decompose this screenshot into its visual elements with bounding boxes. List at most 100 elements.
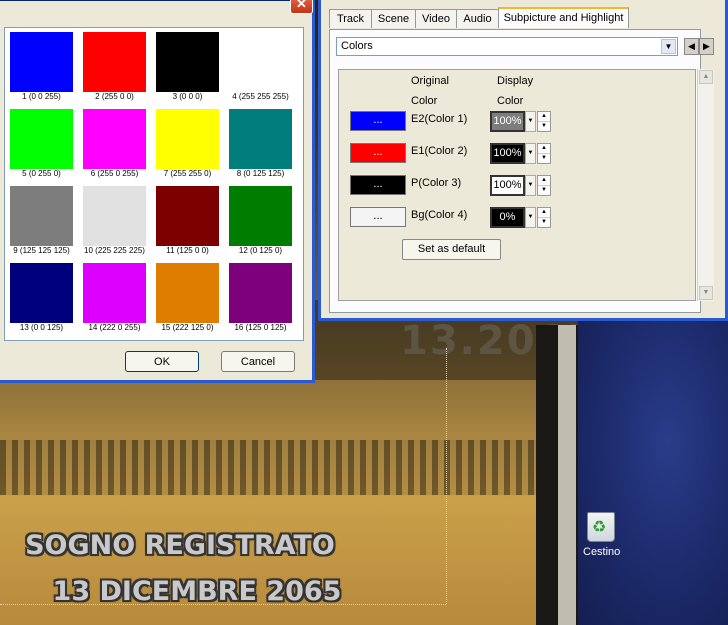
original-color-button[interactable]: ... [350, 111, 406, 131]
opacity-spinner[interactable]: ▲ ▼ [537, 175, 551, 196]
color-swatch[interactable]: 10 (225 225 225) [78, 182, 151, 258]
spin-down-icon[interactable]: ▼ [538, 186, 550, 195]
swatch-color-block [83, 32, 146, 92]
swatch-color-block [10, 32, 73, 92]
color-swatch[interactable]: 14 (222 0 255) [78, 259, 151, 335]
recycle-bin-icon [587, 512, 615, 542]
scroll-down-icon[interactable]: ▼ [699, 286, 713, 300]
subtitle-line-1: SOGNO REGISTRATO [25, 530, 335, 561]
vertical-scrollbar[interactable]: ▲ ▼ [697, 69, 714, 301]
opacity-spinner[interactable]: ▲ ▼ [537, 207, 551, 228]
spin-up-icon[interactable]: ▲ [538, 144, 550, 154]
display-opacity-field[interactable]: 100% [490, 143, 525, 164]
close-icon[interactable]: ✕ [290, 0, 313, 14]
color-swatch[interactable]: 16 (125 0 125) [224, 259, 297, 335]
recycle-bin-shortcut[interactable]: Cestino [583, 512, 621, 558]
color-mapping-panel: Original Color Display Color Set as defa… [338, 69, 696, 301]
swatch-color-block [156, 32, 219, 92]
color-row-label: E2(Color 1) [411, 113, 468, 125]
spin-down-icon[interactable]: ▼ [538, 122, 550, 131]
chevron-down-icon[interactable]: ▼ [661, 39, 676, 54]
display-opacity-field[interactable]: 0% [490, 207, 525, 228]
video-grille [0, 440, 578, 495]
original-color-button[interactable]: ... [350, 143, 406, 163]
color-swatch[interactable]: 4 (255 255 255) [224, 28, 297, 104]
opacity-spinner[interactable]: ▲ ▼ [537, 111, 551, 132]
original-header-line1: Original [411, 75, 449, 87]
spin-up-icon[interactable]: ▲ [538, 176, 550, 186]
subtitle-line-2: 13 DICEMBRE 2065 [52, 576, 342, 607]
spin-down-icon[interactable]: ▼ [538, 218, 550, 227]
swatch-label: 5 (0 255 0) [22, 169, 61, 178]
chevron-down-icon[interactable]: ▼ [525, 111, 536, 132]
swatch-label: 3 (0 0 0) [172, 92, 203, 101]
swatch-color-block [229, 109, 292, 169]
swatch-color-block [156, 109, 219, 169]
next-arrow-icon[interactable]: ▶ [699, 38, 714, 55]
color-swatch[interactable]: 6 (255 0 255) [78, 105, 151, 181]
display-opacity-field[interactable]: 100% [490, 111, 525, 132]
cancel-button[interactable]: Cancel [221, 351, 295, 372]
scroll-up-icon[interactable]: ▲ [699, 70, 713, 84]
original-color-button[interactable]: ... [350, 175, 406, 195]
tab-audio[interactable]: Audio [456, 9, 499, 28]
swatch-label: 4 (255 255 255) [232, 92, 289, 101]
desktop-background [578, 320, 728, 625]
tab-video[interactable]: Video [415, 9, 457, 28]
display-opacity-field[interactable]: 100% [490, 175, 525, 196]
color-swatch[interactable]: 2 (255 0 0) [78, 28, 151, 104]
spin-down-icon[interactable]: ▼ [538, 154, 550, 163]
swatch-label: 8 (0 125 125) [236, 169, 285, 178]
swatch-color-block [229, 263, 292, 323]
swatch-color-block [229, 186, 292, 246]
tab-track[interactable]: Track [329, 9, 372, 28]
color-swatch[interactable]: 8 (0 125 125) [224, 105, 297, 181]
swatch-label: 2 (255 0 0) [95, 92, 134, 101]
color-swatch[interactable]: 11 (125 0 0) [151, 182, 224, 258]
swatch-color-block [10, 263, 73, 323]
colors-dropdown[interactable]: Colors ▼ [336, 37, 678, 56]
swatch-label: 13 (0 0 125) [19, 323, 64, 332]
swatch-label: 9 (125 125 125) [13, 246, 70, 255]
spin-up-icon[interactable]: ▲ [538, 208, 550, 218]
chevron-down-icon[interactable]: ▼ [525, 207, 536, 228]
prev-arrow-icon[interactable]: ◀ [684, 38, 699, 55]
color-swatch[interactable]: 3 (0 0 0) [151, 28, 224, 104]
color-picker-dialog: ✕ 1 (0 0 255) 2 (255 0 0) 3 (0 0 0) 4 (255 … [0, 0, 315, 383]
color-swatch[interactable]: 12 (0 125 0) [224, 182, 297, 258]
spin-up-icon[interactable]: ▲ [538, 112, 550, 122]
tab-scene[interactable]: Scene [371, 9, 416, 28]
display-header-line1: Display [497, 75, 534, 87]
swatch-color-block [156, 186, 219, 246]
swatch-color-block [83, 186, 146, 246]
original-color-button[interactable]: ... [350, 207, 406, 227]
swatch-label: 12 (0 125 0) [238, 246, 283, 255]
set-as-default-button[interactable]: Set as default [402, 239, 501, 260]
video-edge-highlight [558, 325, 576, 625]
swatch-label: 1 (0 0 255) [22, 92, 61, 101]
dropdown-value: Colors [341, 40, 373, 52]
color-swatch[interactable]: 1 (0 0 255) [5, 28, 78, 104]
swatch-label: 10 (225 225 225) [84, 246, 145, 255]
swatch-label: 7 (255 255 0) [163, 169, 212, 178]
color-swatch[interactable]: 15 (222 125 0) [151, 259, 224, 335]
color-swatch[interactable]: 9 (125 125 125) [5, 182, 78, 258]
safe-area-guide-vertical [446, 348, 448, 604]
display-header-line2: Color [497, 95, 524, 107]
opacity-spinner[interactable]: ▲ ▼ [537, 143, 551, 164]
color-row-label: P(Color 3) [411, 177, 462, 189]
color-swatch[interactable]: 13 (0 0 125) [5, 259, 78, 335]
swatch-grid: 1 (0 0 255) 2 (255 0 0) 3 (0 0 0) 4 (255 25… [4, 27, 304, 341]
chevron-down-icon[interactable]: ▼ [525, 143, 536, 164]
swatch-label: 6 (255 0 255) [90, 169, 139, 178]
tab-subpicture-and-highlight[interactable]: Subpicture and Highlight [498, 7, 629, 28]
swatch-color-block [83, 109, 146, 169]
chevron-down-icon[interactable]: ▼ [525, 175, 536, 196]
color-row-label: E1(Color 2) [411, 145, 468, 157]
ok-button[interactable]: OK [125, 351, 199, 372]
color-swatch[interactable]: 5 (0 255 0) [5, 105, 78, 181]
subpicture-dialog: Track Scene Video Audio Subpicture and Highl… [318, 0, 728, 321]
color-swatch[interactable]: 7 (255 255 0) [151, 105, 224, 181]
recycle-bin-label: Cestino [583, 546, 621, 558]
swatch-color-block [156, 263, 219, 323]
